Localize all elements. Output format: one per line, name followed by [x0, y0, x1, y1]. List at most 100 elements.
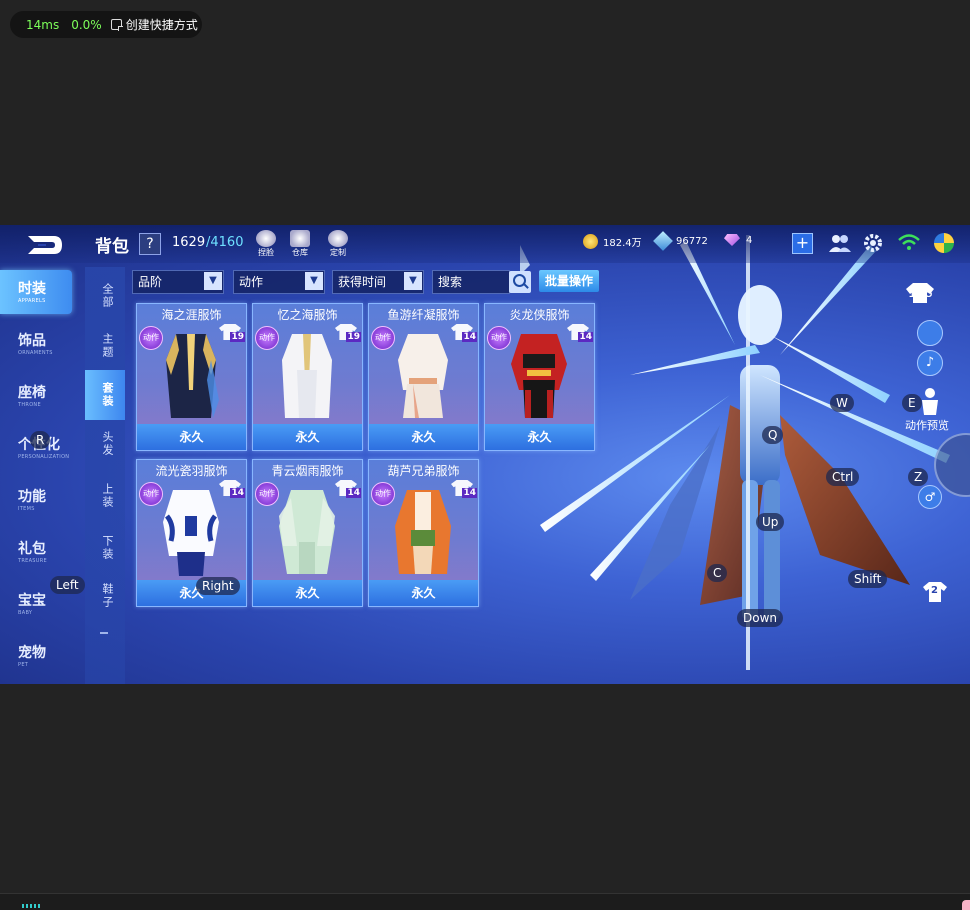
face-icon	[256, 230, 276, 247]
action-badge: 动作	[371, 326, 395, 350]
key-hint-down: Down	[737, 609, 784, 627]
sidebar-item-label: 座椅	[18, 385, 46, 401]
tab-label: 头发	[101, 431, 114, 457]
add-currency-button[interactable]: +	[792, 233, 813, 254]
outfit-card[interactable]: 青云烟雨服饰 动作 14 永久	[252, 459, 363, 607]
level-badge: 14	[567, 324, 593, 346]
search-icon[interactable]	[509, 271, 531, 293]
wardrobe-slot-button[interactable]: 2	[922, 581, 948, 603]
level-badge: 14	[451, 324, 477, 346]
tab-shoes[interactable]: 鞋子	[85, 577, 125, 627]
help-button[interactable]: ?	[139, 233, 161, 255]
sidebar-item-sublabel: ORNAMENTS	[18, 350, 53, 356]
sidebar-item-label: 功能	[18, 489, 46, 505]
minimap-globe-icon[interactable]	[934, 233, 954, 253]
outfit-card[interactable]: 炎龙侠服饰 动作 14 永久	[484, 303, 595, 451]
sidebar-item-sublabel: PERSONALIZATION	[18, 454, 70, 460]
sidebar-item-sublabel: ITEMS	[18, 506, 35, 512]
search-input[interactable]: 搜索	[432, 270, 510, 294]
level-number: 14	[462, 488, 477, 498]
action-badge: 动作	[487, 326, 511, 350]
action-filter-label: 动作	[239, 275, 264, 289]
tab-hair[interactable]: 头发	[85, 425, 125, 475]
music-note-icon[interactable]: ♪	[917, 350, 943, 376]
tab-label: 鞋子	[101, 583, 114, 609]
sidebar-item-pet[interactable]: 宠物 PET	[0, 634, 72, 678]
wifi-icon	[898, 234, 920, 250]
face-edit-button[interactable]: 捏脸	[253, 230, 279, 258]
sidebar-item-label: 宠物	[18, 645, 46, 661]
level-number: 14	[230, 488, 245, 498]
batch-operation-button[interactable]: 批量操作	[539, 270, 599, 292]
capacity-total: /4160	[206, 235, 244, 250]
custom-button[interactable]: 定制	[325, 230, 351, 258]
latency-text: 14ms	[26, 17, 60, 32]
sidebar-item-items[interactable]: 功能 ITEMS	[0, 478, 72, 522]
key-hint-w: W	[830, 394, 854, 412]
outfit-status: 永久	[369, 580, 478, 606]
friends-icon[interactable]	[828, 233, 852, 253]
gender-male-icon[interactable]: ♂	[918, 485, 942, 509]
outfit-card[interactable]: 海之涯服饰 动作 19 永久	[136, 303, 247, 451]
level-number: 14	[578, 332, 593, 342]
action-badge: 动作	[139, 326, 163, 350]
action-preview-label[interactable]: 动作预览	[905, 417, 949, 433]
wardrobe-slot-number: 2	[931, 585, 938, 596]
sidebar-item-ornaments[interactable]: 饰品 ORNAMENTS	[0, 322, 72, 366]
sidebar-item-label: 礼包	[18, 541, 46, 557]
level-badge: 14	[335, 480, 361, 502]
level-number: 19	[230, 332, 245, 342]
sidebar-item-treasure[interactable]: 礼包 TREASURE	[0, 530, 72, 574]
stream-stats-overlay: 14ms 0.0% 创建快捷方式	[10, 11, 202, 38]
scroll-indicator	[100, 632, 108, 634]
action-badge: 动作	[139, 482, 163, 506]
tab-bottom[interactable]: 下装	[85, 529, 125, 579]
key-hint-e: E	[902, 394, 922, 412]
bottom-taskbar	[0, 893, 970, 910]
shortcut-icon	[110, 19, 123, 31]
sidebar-item-label: 饰品	[18, 333, 46, 349]
sidebar-item-label: 时装	[18, 281, 46, 297]
outfit-image	[398, 334, 448, 418]
action-badge: 动作	[371, 482, 395, 506]
game-viewport[interactable]: 背包 ? 1629 /4160 捏脸 仓库 定制 182.4万 96772 4 …	[0, 225, 970, 684]
outfit-card[interactable]: 葫芦兄弟服饰 动作 14 永久	[368, 459, 479, 607]
action-badge: 动作	[255, 482, 279, 506]
outfit-name: 炎龙侠服饰	[509, 308, 570, 322]
crystal-icon	[653, 231, 673, 251]
action-filter-dropdown[interactable]: 动作 ▼	[233, 270, 325, 294]
sidebar-item-throne[interactable]: 座椅 THRONE	[0, 374, 72, 418]
outfit-card[interactable]: 忆之海服饰 动作 19 永久	[252, 303, 363, 451]
quality-filter-dropdown[interactable]: 品阶 ▼	[132, 270, 224, 294]
key-hint-left: Left	[50, 576, 85, 594]
level-badge: 19	[219, 324, 245, 346]
key-hint-right: Right	[196, 577, 240, 595]
tab-all[interactable]: 全部	[85, 277, 125, 327]
gold-coin-icon	[583, 234, 598, 249]
crystal-amount: 96772	[676, 235, 708, 247]
gold-currency: 182.4万	[583, 234, 642, 249]
obtain-time-label: 获得时间	[338, 275, 387, 289]
sidebar-item-sublabel: PET	[18, 662, 29, 668]
outfit-card[interactable]: 鱼游纤凝服饰 动作 14 永久	[368, 303, 479, 451]
tab-suit[interactable]: 套装	[85, 370, 125, 420]
warehouse-button[interactable]: 仓库	[287, 230, 313, 258]
gold-amount: 182.4万	[603, 238, 642, 249]
sidebar-item-apparel[interactable]: 时装 APPARELS	[0, 270, 72, 314]
diamond-icon	[724, 234, 740, 246]
key-hint-q: Q	[762, 426, 784, 444]
sidebar-item-sublabel: THRONE	[18, 402, 41, 408]
key-hint-shift: Shift	[848, 570, 888, 588]
create-shortcut-button[interactable]: 创建快捷方式	[110, 16, 198, 33]
sidebar-item-label: 宝宝	[18, 593, 46, 609]
sidebar-item-sublabel: BABY	[18, 610, 33, 616]
outfit-status: 永久	[369, 424, 478, 450]
settings-gear-icon[interactable]	[863, 233, 883, 253]
tab-top[interactable]: 上装	[85, 477, 125, 527]
camera-view-icon[interactable]	[917, 320, 943, 346]
search-placeholder: 搜索	[438, 275, 463, 289]
obtain-time-sort-dropdown[interactable]: 获得时间 ▼	[332, 270, 424, 294]
warehouse-icon	[290, 230, 310, 247]
level-number: 14	[462, 332, 477, 342]
face-edit-label: 捏脸	[258, 248, 274, 257]
